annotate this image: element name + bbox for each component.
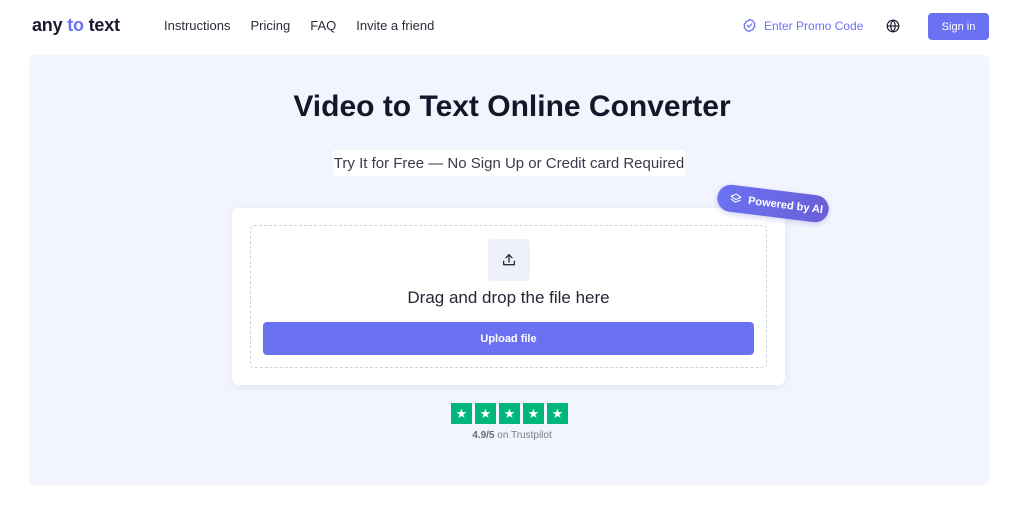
star-icon: ★	[523, 403, 544, 424]
upload-icon	[503, 254, 515, 266]
nav-faq[interactable]: FAQ	[310, 18, 336, 33]
upload-file-button[interactable]: Upload file	[263, 322, 754, 355]
badge-label: Powered by AI	[747, 194, 824, 216]
star-icon: ★	[451, 403, 472, 424]
star-icon: ★	[475, 403, 496, 424]
file-dropzone[interactable]: Drag and drop the file here Upload file	[250, 225, 767, 368]
trustpilot-rating: 4.9/5 on Trustpilot	[0, 430, 1024, 441]
globe-icon[interactable]	[886, 19, 900, 33]
sign-in-button[interactable]: Sign in	[928, 13, 989, 40]
upload-card: Drag and drop the file here Upload file	[232, 208, 785, 385]
logo[interactable]: any to text	[32, 15, 120, 36]
trustpilot-stars[interactable]: ★ ★ ★ ★ ★	[451, 403, 568, 424]
star-icon: ★	[499, 403, 520, 424]
logo-part-any: any	[32, 15, 63, 35]
nav-instructions[interactable]: Instructions	[164, 18, 230, 33]
promo-code-link[interactable]: Enter Promo Code	[742, 18, 863, 33]
site-header: any to text Instructions Pricing FAQ Inv…	[0, 0, 1024, 52]
nav-invite-friend[interactable]: Invite a friend	[356, 18, 434, 33]
logo-part-to: to	[67, 15, 84, 35]
subtitle-box: Try It for Free — No Sign Up or Credit c…	[333, 150, 685, 176]
page-title: Video to Text Online Converter	[293, 90, 731, 123]
layers-icon	[730, 193, 742, 203]
drag-drop-text: Drag and drop the file here	[407, 288, 610, 307]
nav-pricing[interactable]: Pricing	[250, 18, 290, 33]
main-nav: Instructions Pricing FAQ Invite a friend	[164, 18, 454, 33]
rating-score: 4.9/5	[472, 430, 495, 441]
badge-check-icon	[743, 18, 756, 33]
rating-suffix: on Trustpilot	[497, 430, 552, 441]
upload-icon-box	[488, 239, 530, 281]
promo-code-label: Enter Promo Code	[764, 18, 864, 33]
logo-part-text: text	[88, 15, 120, 35]
star-icon: ★	[547, 403, 568, 424]
page-subtitle: Try It for Free — No Sign Up or Credit c…	[333, 154, 685, 172]
